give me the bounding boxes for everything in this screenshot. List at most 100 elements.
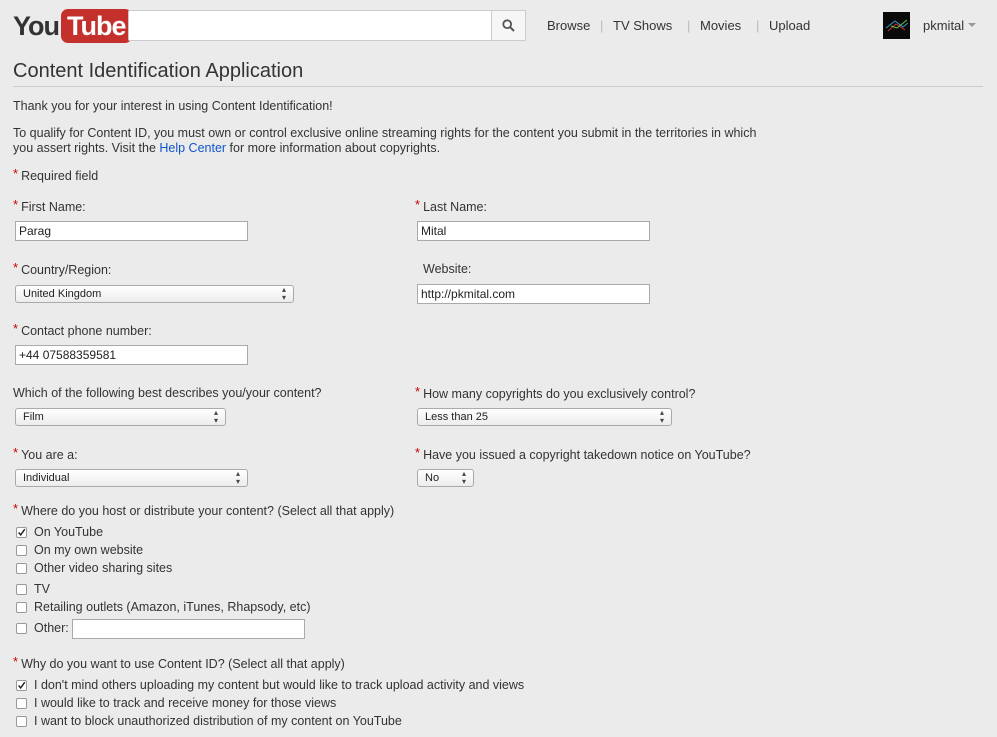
- why-option[interactable]: I don't mind others uploading my content…: [16, 678, 524, 692]
- why-checkbox[interactable]: [16, 715, 27, 727]
- required-asterisk: *: [415, 445, 421, 460]
- describes-select-value: Film: [23, 411, 44, 423]
- updown-arrows-icon: ▴ ▾: [213, 408, 218, 425]
- host-option-label: TV: [34, 582, 50, 596]
- copyrights-select[interactable]: Less than 25 ▴ ▾: [417, 408, 672, 426]
- host-label-text: Where do you host or distribute your con…: [21, 504, 395, 518]
- search-icon: [502, 19, 515, 32]
- website-label: Website:: [423, 262, 472, 276]
- why-option[interactable]: I would like to track and receive money …: [16, 696, 336, 710]
- required-note: * Required field: [13, 166, 99, 184]
- first-name-field[interactable]: [15, 221, 248, 241]
- host-option-label: On my own website: [34, 543, 144, 557]
- country-select[interactable]: United Kingdom ▴ ▾: [15, 285, 294, 303]
- nav-tv-shows[interactable]: TV Shows: [613, 18, 672, 33]
- first-name-label-text: First Name:: [21, 200, 86, 214]
- nav-separator: |: [687, 18, 691, 33]
- describes-label: Which of the following best describes yo…: [13, 386, 322, 400]
- website-field[interactable]: [417, 284, 650, 304]
- youtube-logo[interactable]: You Tube: [13, 8, 132, 44]
- search-input[interactable]: [128, 10, 526, 41]
- chevron-down-icon[interactable]: [968, 23, 976, 27]
- checkmark-icon: [18, 528, 26, 536]
- host-checkbox-checked[interactable]: [16, 526, 27, 538]
- takedown-label-text: Have you issued a copyright takedown not…: [423, 448, 751, 462]
- search-button[interactable]: [491, 10, 526, 41]
- nav-separator: |: [600, 18, 604, 33]
- help-center-link[interactable]: Help Center: [159, 141, 226, 155]
- updown-arrows-icon: ▴ ▾: [235, 469, 240, 486]
- host-checkbox[interactable]: [16, 601, 27, 613]
- required-note-text: Required field: [21, 169, 99, 183]
- required-asterisk: *: [13, 197, 19, 212]
- you-are-select-value: Individual: [23, 472, 70, 484]
- takedown-select-value: No: [425, 472, 440, 484]
- you-are-label-text: You are a:: [21, 448, 78, 462]
- logo-you-text: You: [13, 10, 60, 41]
- checkmark-icon: [18, 681, 26, 689]
- updown-arrows-icon: ▴ ▾: [281, 285, 286, 302]
- host-option[interactable]: Other:: [16, 621, 69, 635]
- last-name-label-text: Last Name:: [423, 200, 487, 214]
- host-label: * Where do you host or distribute your co…: [13, 501, 395, 518]
- qualify-text-line2: you assert rights. Visit the Help Center…: [13, 141, 440, 156]
- required-asterisk: *: [13, 445, 19, 460]
- you-are-label: * You are a:: [13, 445, 78, 462]
- required-asterisk: *: [13, 260, 19, 275]
- phone-field[interactable]: [15, 345, 248, 365]
- avatar[interactable]: [883, 12, 910, 39]
- describes-select[interactable]: Film ▴ ▾: [15, 408, 226, 426]
- required-asterisk: *: [13, 166, 19, 181]
- why-option[interactable]: I want to block unauthorized distributio…: [16, 714, 402, 728]
- host-option-label: On YouTube: [34, 525, 104, 539]
- host-checkbox[interactable]: [16, 562, 27, 574]
- host-checkbox[interactable]: [16, 544, 27, 556]
- required-asterisk: *: [13, 321, 19, 336]
- nav-browse[interactable]: Browse: [547, 18, 590, 33]
- updown-arrows-icon: ▴ ▾: [659, 408, 664, 425]
- qualify-text-line1: To qualify for Content ID, you must own …: [13, 126, 757, 140]
- title-divider: [13, 86, 983, 87]
- qualify-text-start: you assert rights. Visit the: [13, 141, 160, 155]
- country-select-value: United Kingdom: [23, 288, 102, 300]
- host-option-label: Other:: [34, 621, 69, 635]
- takedown-select[interactable]: No ▴ ▾: [417, 469, 474, 487]
- username-menu[interactable]: pkmital: [923, 18, 964, 33]
- host-option[interactable]: On my own website: [16, 543, 143, 557]
- last-name-field[interactable]: [417, 221, 650, 241]
- phone-label: * Contact phone number:: [13, 321, 152, 338]
- host-option[interactable]: Retailing outlets (Amazon, iTunes, Rhaps…: [16, 600, 311, 614]
- last-name-label: * Last Name:: [415, 197, 487, 214]
- host-option[interactable]: On YouTube: [16, 525, 103, 539]
- country-label: * Country/Region:: [13, 260, 112, 277]
- copyrights-label: * How many copyrights do you exclusively …: [415, 384, 696, 401]
- updown-arrows-icon: ▴ ▾: [461, 469, 466, 486]
- why-checkbox-checked[interactable]: [16, 679, 27, 691]
- host-option-label: Retailing outlets (Amazon, iTunes, Rhaps…: [34, 600, 311, 614]
- you-are-select[interactable]: Individual ▴ ▾: [15, 469, 248, 487]
- host-option[interactable]: TV: [16, 582, 50, 596]
- host-option-label: Other video sharing sites: [34, 561, 173, 575]
- nav-movies[interactable]: Movies: [700, 18, 741, 33]
- host-checkbox[interactable]: [16, 622, 27, 634]
- why-option-label: I don't mind others uploading my content…: [34, 678, 525, 692]
- required-asterisk: *: [415, 384, 421, 399]
- first-name-label: * First Name:: [13, 197, 86, 214]
- why-checkbox[interactable]: [16, 697, 27, 709]
- copyrights-label-text: How many copyrights do you exclusively c…: [423, 387, 696, 401]
- why-option-label: I want to block unauthorized distributio…: [34, 714, 402, 728]
- nav-upload[interactable]: Upload: [769, 18, 810, 33]
- qualify-text-end: for more information about copyrights.: [226, 141, 441, 155]
- why-option-label: I would like to track and receive money …: [34, 696, 337, 710]
- host-option[interactable]: Other video sharing sites: [16, 561, 172, 575]
- why-label: * Why do you want to use Content ID? (Sel…: [13, 654, 345, 671]
- takedown-label: * Have you issued a copyright takedown no…: [415, 445, 751, 462]
- country-label-text: Country/Region:: [21, 263, 112, 277]
- host-checkbox[interactable]: [16, 583, 27, 595]
- page-title: Content Identification Application: [13, 60, 304, 82]
- required-asterisk: *: [13, 501, 19, 516]
- host-other-field[interactable]: [72, 619, 305, 639]
- logo-tube-text: Tube: [61, 9, 132, 43]
- required-asterisk: *: [13, 654, 19, 669]
- phone-label-text: Contact phone number:: [21, 324, 152, 338]
